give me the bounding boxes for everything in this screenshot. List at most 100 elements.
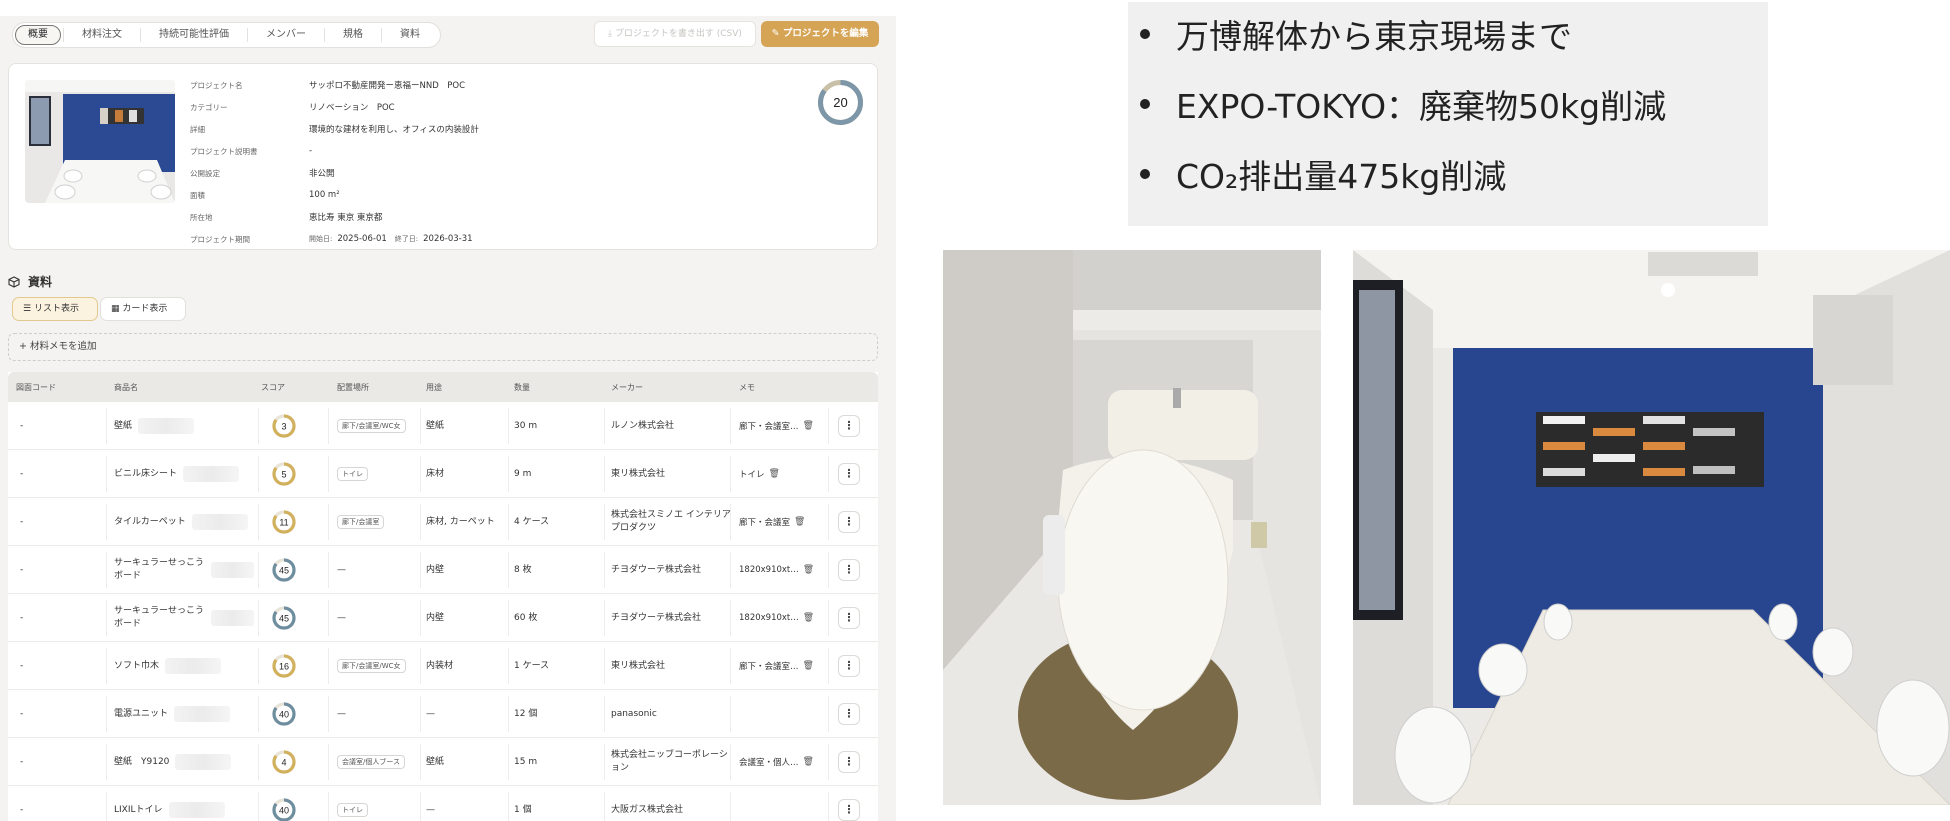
trash-icon[interactable]: 🗑: [803, 421, 814, 431]
cell-quantity-text: 1 個: [514, 804, 532, 815]
cell-score: 45: [271, 546, 311, 594]
cell-drawing-code: -: [20, 450, 100, 498]
start-label: 開始日:: [309, 235, 333, 243]
cell-use-text: 床材: [426, 468, 445, 479]
cell-use-text: 内壁: [426, 564, 445, 575]
table-row[interactable]: - サーキュラーせっこうボード 45 — 内壁 60 枚 チヨダウーテ株式会社 1820x91…: [8, 594, 878, 642]
product-name: LIXILトイレ: [114, 804, 163, 815]
trash-icon[interactable]: 🗑: [803, 565, 814, 575]
product-name: 電源ユニット: [114, 708, 169, 719]
redacted-product-code: [168, 802, 225, 818]
meeting-room-photo: [1353, 250, 1950, 805]
tab-members[interactable]: メンバー: [248, 23, 324, 47]
header-drawing-code: 図面コード: [16, 382, 56, 392]
info-key: 詳細: [190, 124, 205, 134]
row-actions: ⋮: [838, 690, 868, 738]
table-row[interactable]: - LIXILトイレ 40 トイレ — 1 個 大阪ガス株式会社 ⋮: [8, 786, 878, 821]
cell-use-text: —: [426, 708, 435, 719]
cell-score: 5: [271, 450, 311, 498]
score-ring: 40: [272, 798, 296, 821]
table-row[interactable]: - ビニル床シート 5 トイレ 床材 9 m 東リ株式会社 トイレ 🗑 ⋮: [8, 450, 878, 498]
wall-art: [1536, 412, 1764, 487]
cell-maker-text: 東リ株式会社: [611, 468, 666, 479]
cell-memo: [739, 690, 827, 738]
more-options-icon[interactable]: ⋮: [838, 703, 860, 725]
redacted-product-code: [191, 514, 248, 530]
table-row[interactable]: - ソフト巾木 16 廊下/会議室/WC女 内装材 1 ケース 東リ株式会社 廊下・会議室… 🗑…: [8, 642, 878, 690]
tab-documents[interactable]: 資料: [382, 23, 438, 47]
more-options-icon[interactable]: ⋮: [838, 607, 860, 629]
table-row[interactable]: - タイルカーペット 11 廊下/会議室 床材, カーペット 4 ケース 株式会社スミノエ …: [8, 498, 878, 546]
cell-use: —: [426, 690, 506, 738]
column-divider: [508, 456, 509, 492]
score-value: 45: [279, 566, 289, 576]
column-divider: [106, 744, 107, 780]
cell-drawing-code: -: [20, 546, 100, 594]
tab-sustainability[interactable]: 持続可能性評価: [141, 23, 247, 47]
trash-icon[interactable]: 🗑: [769, 469, 780, 479]
project-category: リノベーション POC: [309, 103, 395, 113]
cell-use-text: 壁紙: [426, 756, 445, 767]
more-options-icon[interactable]: ⋮: [838, 415, 860, 437]
info-key: 所在地: [190, 212, 213, 222]
project-area: 100 m²: [309, 190, 340, 200]
cell-drawing-code-text: -: [20, 468, 24, 479]
cell-score: 16: [271, 642, 311, 690]
memo-text: 会議室・個人…: [739, 758, 799, 768]
column-divider: [604, 648, 605, 684]
tab-specs[interactable]: 規格: [325, 23, 381, 47]
trash-icon[interactable]: 🗑: [794, 517, 805, 527]
column-divider: [828, 792, 829, 821]
column-divider: [258, 600, 259, 636]
cell-maker-text: panasonic: [611, 708, 657, 719]
cell-maker: チヨダウーテ株式会社: [611, 546, 731, 594]
more-options-icon[interactable]: ⋮: [838, 511, 860, 533]
placement-tag: 会議室/個人ブース: [337, 755, 406, 769]
placement-tag: トイレ: [337, 803, 368, 817]
table-row[interactable]: - 電源ユニット 40 — — 12 個 panasonic ⋮: [8, 690, 878, 738]
info-row: カテゴリー リノベーション POC: [190, 96, 479, 118]
placement-empty: —: [337, 565, 346, 575]
info-key: プロジェクト説明書: [190, 146, 258, 156]
add-material-memo-button[interactable]: + 材料メモを追加: [8, 333, 878, 361]
project-description: -: [309, 146, 313, 156]
cell-memo: 廊下・会議室 🗑: [739, 498, 827, 546]
project-score-value: 20: [833, 95, 847, 110]
score-ring: 3: [272, 414, 296, 438]
product-name: 壁紙 Y9120: [114, 756, 170, 767]
cell-quantity-text: 1 ケース: [514, 660, 550, 671]
column-divider: [828, 408, 829, 444]
cell-use: 内装材: [426, 642, 506, 690]
more-options-icon[interactable]: ⋮: [838, 751, 860, 773]
product-name: サーキュラーせっこうボード: [114, 558, 205, 581]
list-view-toggle[interactable]: ☰ リスト表示: [12, 297, 98, 321]
tab-material-order[interactable]: 材料注文: [64, 23, 140, 47]
trash-icon[interactable]: 🗑: [803, 661, 814, 671]
cell-maker-text: ルノン株式会社: [611, 420, 675, 431]
cell-quantity: 1 個: [514, 786, 594, 821]
product-name: ビニル床シート: [114, 468, 178, 479]
tab-overview[interactable]: 概要: [15, 25, 61, 45]
column-divider: [828, 504, 829, 540]
column-divider: [828, 696, 829, 732]
score-ring: 5: [272, 462, 296, 486]
cell-maker: 株式会社スミノエ インテリア プロダクツ: [611, 498, 731, 546]
more-options-icon[interactable]: ⋮: [838, 655, 860, 677]
table-row[interactable]: - サーキュラーせっこうボード 45 — 内壁 8 枚 チヨダウーテ株式会社 1820x910…: [8, 546, 878, 594]
more-options-icon[interactable]: ⋮: [838, 463, 860, 485]
table-row[interactable]: - 壁紙 Y9120 4 会議室/個人ブース 壁紙 15 m 株式会社ニッブコーポレーション…: [8, 738, 878, 786]
cell-drawing-code-text: -: [20, 660, 24, 671]
edit-project-button[interactable]: ✎ プロジェクトを編集: [761, 21, 879, 47]
cell-placement: トイレ: [337, 786, 422, 821]
more-options-icon[interactable]: ⋮: [838, 559, 860, 581]
more-options-icon[interactable]: ⋮: [838, 799, 860, 821]
table-row[interactable]: - 壁紙 3 廊下/会議室/WC女 壁紙 30 m ルノン株式会社 廊下・会議室… 🗑 ⋮: [8, 402, 878, 450]
memo-text: 1820x910xt…: [739, 565, 799, 575]
card-view-toggle[interactable]: ▦ カード表示: [100, 297, 186, 321]
cell-placement: 廊下/会議室/WC女: [337, 642, 422, 690]
score-value: 40: [279, 710, 289, 720]
trash-icon[interactable]: 🗑: [803, 613, 814, 623]
trash-icon[interactable]: 🗑: [803, 757, 814, 767]
column-divider: [258, 408, 259, 444]
export-csv-button[interactable]: ⤓ プロジェクトを書き出す (CSV): [594, 21, 756, 47]
